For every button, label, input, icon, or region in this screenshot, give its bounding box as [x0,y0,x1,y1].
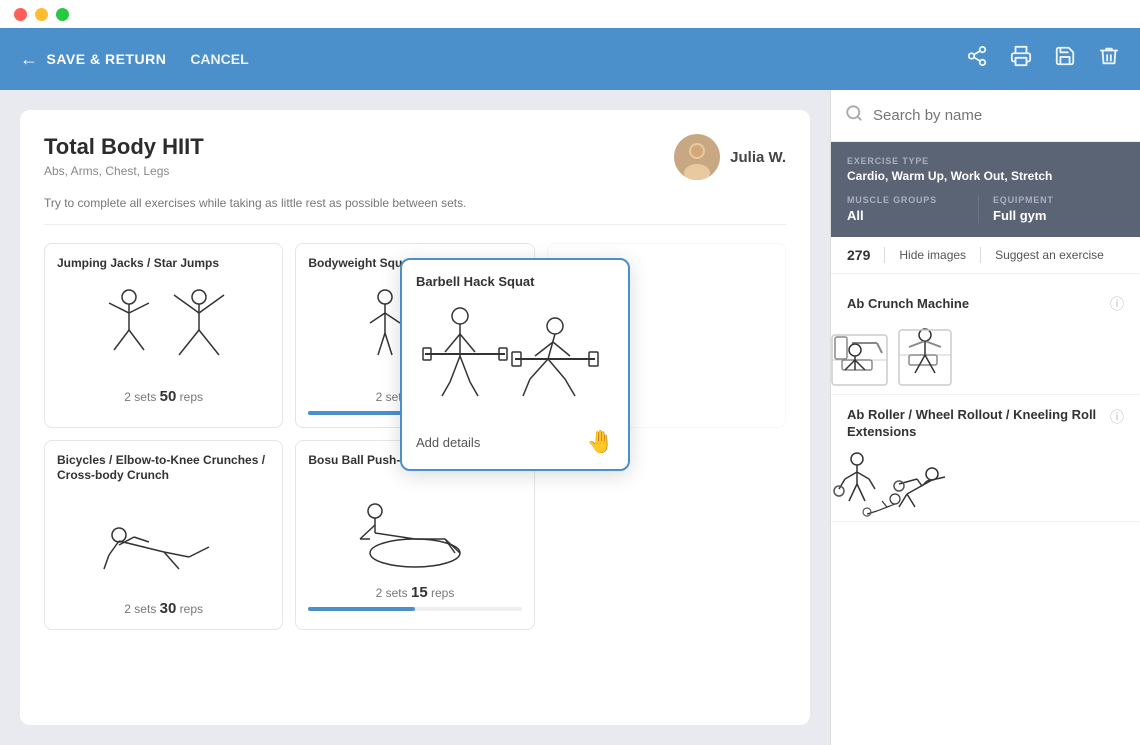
muscle-groups-filter: MUSCLE GROUPS All [847,195,978,223]
exercise-illustration [308,476,521,576]
exercise-type-value: Cardio, Warm Up, Work Out, Stretch [847,169,1124,183]
workout-tags: Abs, Arms, Chest, Legs [44,164,204,178]
list-item: Ab Crunch Machine ⓘ [831,282,1140,395]
cancel-button[interactable]: CANCEL [190,51,248,67]
dot-red[interactable] [14,8,27,21]
equipment-filter: EQUIPMENT Full gym [978,195,1124,223]
print-icon[interactable] [1010,45,1032,73]
trainer-avatar [674,134,720,180]
divider [980,247,981,263]
search-icon [845,104,863,127]
exercise-list-name: Ab Roller / Wheel Rollout / Kneeling Rol… [847,407,1102,441]
toolbar-left: ← SAVE & RETURN CANCEL [20,49,966,70]
search-box [831,90,1140,142]
list-item: Ab Roller / Wheel Rollout / Kneeling Rol… [831,395,1140,522]
exercise-name: Bicycles / Elbow-to-Knee Crunches / Cros… [57,453,270,484]
suggest-exercise-button[interactable]: Suggest an exercise [995,248,1104,262]
exercise-list-illustration [847,322,937,382]
trainer-name: Julia W. [730,149,786,166]
floating-exercise-card: Barbell Hack Squat [400,258,630,471]
list-item-content: Ab Crunch Machine ⓘ [847,294,1124,382]
cancel-label: CANCEL [190,51,248,67]
info-icon[interactable]: ⓘ [1110,407,1124,427]
list-item-content: Ab Roller / Wheel Rollout / Kneeling Rol… [847,407,1124,509]
save-return-label: SAVE & RETURN [47,51,167,67]
floating-illustration [416,299,614,419]
exercise-name: Jumping Jacks / Star Jumps [57,256,270,272]
exercise-sets: 2 sets 15 reps [308,584,521,601]
exercise-illustration [57,492,270,592]
exercise-list-illustration [847,449,937,509]
workout-header: Total Body HIIT Abs, Arms, Chest, Legs J… [44,134,786,180]
toolbar-right [966,45,1120,73]
main-layout: Total Body HIIT Abs, Arms, Chest, Legs J… [0,90,1140,745]
dot-yellow[interactable] [35,8,48,21]
exercise-sets: 2 sets 50 reps [57,388,270,405]
filter-section: EXERCISE TYPE Cardio, Warm Up, Work Out,… [831,142,1140,237]
share-icon[interactable] [966,45,988,73]
save-icon[interactable] [1054,45,1076,73]
filter-row: MUSCLE GROUPS All EQUIPMENT Full gym [847,195,1124,223]
exercise-card-bicycles: Bicycles / Elbow-to-Knee Crunches / Cros… [44,440,283,630]
dot-green[interactable] [56,8,69,21]
add-details-label[interactable]: Add details [416,435,480,450]
hide-images-button[interactable]: Hide images [899,248,966,262]
hand-pointer-icon: 🤚 [587,429,614,455]
filter-bottom: 279 Hide images Suggest an exercise [831,237,1140,274]
exercise-count: 279 [847,247,870,263]
sidebar: EXERCISE TYPE Cardio, Warm Up, Work Out,… [830,90,1140,745]
progress-bar-container [308,607,521,611]
exercise-sets: 2 sets 30 reps [57,600,270,617]
exercise-list-name: Ab Crunch Machine [847,296,1102,313]
muscle-groups-value: All [847,208,978,223]
title-bar [0,0,1140,28]
workout-info: Total Body HIIT Abs, Arms, Chest, Legs [44,134,204,178]
progress-bar [308,607,415,611]
search-input[interactable] [873,107,1126,124]
toolbar: ← SAVE & RETURN CANCEL [0,28,1140,90]
equipment-value: Full gym [993,208,1124,223]
divider [884,247,885,263]
equipment-label: EQUIPMENT [993,195,1124,205]
floating-card-title: Barbell Hack Squat [416,274,614,289]
workout-title: Total Body HIIT [44,134,204,160]
trainer-info: Julia W. [674,134,786,180]
floating-add-details: Add details 🤚 [416,429,614,455]
workout-description: Try to complete all exercises while taki… [44,196,786,225]
muscle-groups-label: MUSCLE GROUPS [847,195,978,205]
save-return-button[interactable]: ← SAVE & RETURN [20,49,166,70]
delete-icon[interactable] [1098,45,1120,73]
exercise-illustration [57,280,270,380]
exercise-card-jumping-jacks: Jumping Jacks / Star Jumps [44,243,283,428]
content-area: Total Body HIIT Abs, Arms, Chest, Legs J… [0,90,830,745]
back-arrow-icon: ← [20,49,39,70]
exercises-list: Ab Crunch Machine ⓘ [831,274,1140,745]
exercise-type-label: EXERCISE TYPE [847,156,1124,166]
info-icon[interactable]: ⓘ [1110,294,1124,314]
